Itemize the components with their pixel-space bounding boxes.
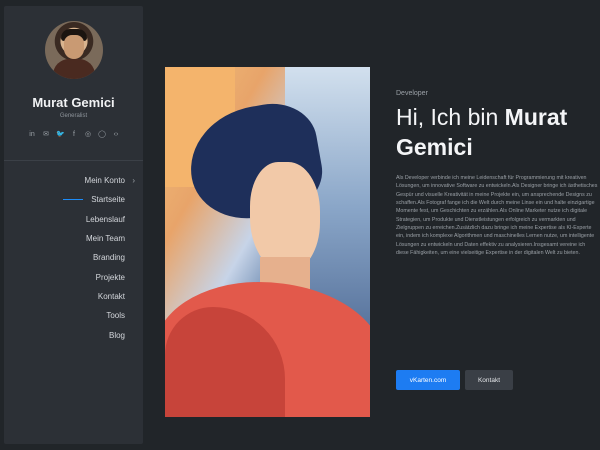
sidebar-divider xyxy=(4,160,143,161)
nav-item-label: Kontakt xyxy=(97,291,125,301)
nav-item-label: Branding xyxy=(92,253,125,263)
linkedin-icon[interactable]: in xyxy=(28,131,36,139)
nav-item-label: Tools xyxy=(106,311,125,321)
vkarten-button[interactable]: vKarten.com xyxy=(396,370,460,390)
kontakt-button[interactable]: Kontakt xyxy=(465,370,513,390)
nav-item-kontakt[interactable]: Kontakt xyxy=(4,287,143,306)
nav-item-blog[interactable]: Blog xyxy=(4,325,143,344)
profile-subtitle: Generalist xyxy=(59,113,88,119)
hero-bio: Als Developer verbinde ich meine Leidens… xyxy=(396,175,598,257)
nav-item-lebenslauf[interactable]: Lebenslauf xyxy=(4,210,143,229)
instagram-icon[interactable]: ◎ xyxy=(84,131,92,139)
twitter-icon[interactable]: 🐦 xyxy=(56,131,65,139)
nav-item-label: Mein Team xyxy=(86,234,125,244)
nav-item-tools[interactable]: Tools xyxy=(4,306,143,325)
nav-item-label: Mein Konto xyxy=(84,176,125,186)
hero-headline: Hi, Ich bin Murat Gemici xyxy=(396,102,596,162)
hero-portrait-image xyxy=(165,67,370,417)
nav-item-label: Blog xyxy=(108,330,125,340)
active-indicator xyxy=(63,199,83,201)
headline-prefix: Hi, Ich bin xyxy=(396,104,505,130)
sidebar-nav: Mein Konto › Startseite Lebenslauf Mein … xyxy=(4,171,143,345)
nav-item-projekte[interactable]: Projekte xyxy=(4,267,143,286)
page: Murat Gemici Generalist in ✉ 🐦 f ◎ ◯ ‹› … xyxy=(0,0,600,450)
code-icon[interactable]: ‹› xyxy=(112,131,120,139)
nav-item-label: Projekte xyxy=(95,272,125,282)
hero-eyebrow: Developer xyxy=(396,90,428,97)
mail-icon[interactable]: ✉ xyxy=(42,131,50,139)
nav-item-label: Lebenslauf xyxy=(85,214,125,224)
nav-item-mein-konto[interactable]: Mein Konto › xyxy=(4,171,143,190)
nav-item-branding[interactable]: Branding xyxy=(4,248,143,267)
profile-name: Murat Gemici xyxy=(32,95,115,110)
sidebar: Murat Gemici Generalist in ✉ 🐦 f ◎ ◯ ‹› … xyxy=(4,6,143,444)
avatar xyxy=(45,21,103,79)
nav-item-startseite[interactable]: Startseite xyxy=(4,190,143,209)
nav-item-label: Startseite xyxy=(91,195,125,205)
nav-item-mein-team[interactable]: Mein Team xyxy=(4,229,143,248)
social-links: in ✉ 🐦 f ◎ ◯ ‹› xyxy=(28,130,120,140)
chevron-right-icon: › xyxy=(132,176,135,186)
facebook-icon[interactable]: f xyxy=(70,131,78,139)
whatsapp-icon[interactable]: ◯ xyxy=(98,131,106,139)
